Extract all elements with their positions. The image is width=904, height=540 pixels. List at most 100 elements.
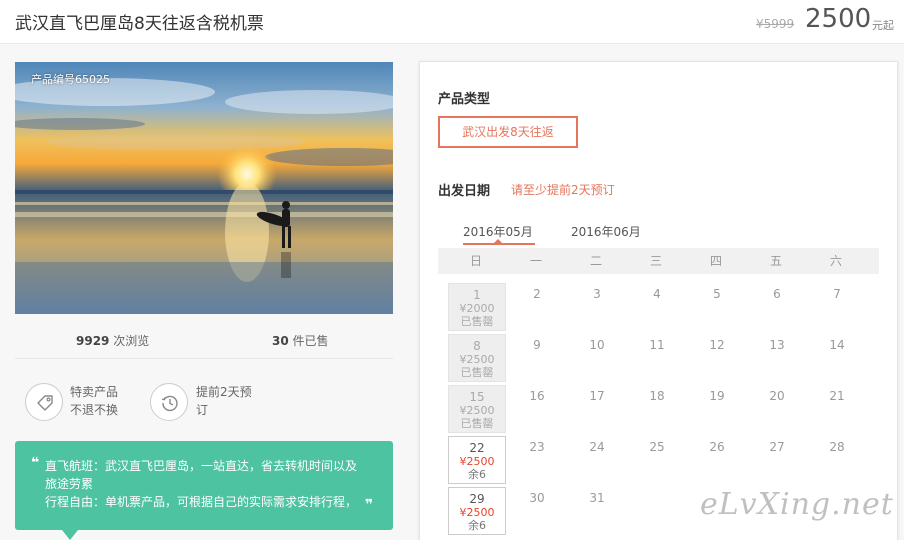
product-type-option[interactable]: 武汉出发8天往返 xyxy=(438,116,578,148)
active-tab-underline xyxy=(463,243,535,245)
day-number: 23 xyxy=(529,440,545,454)
day-number: 13 xyxy=(769,338,785,352)
page-title: 武汉直飞巴厘岛8天往返含税机票 xyxy=(15,14,264,34)
feature-special-offer: 特卖产品 不退不换 xyxy=(70,383,118,419)
day-number: 2 xyxy=(533,287,541,301)
day-number: 25 xyxy=(649,440,665,454)
day-status: 余6 xyxy=(468,519,486,532)
promo-box: ❝ 直飞航班：武汉直飞巴厘岛，一站直达，省去转机时间以及 旅途劳累 行程自由：单… xyxy=(15,441,393,530)
day-number: 18 xyxy=(649,389,665,403)
calendar-day-11: 11 xyxy=(628,334,686,382)
day-number: 5 xyxy=(713,287,721,301)
weekday-wed: 三 xyxy=(649,254,662,268)
departure-date-label: 出发日期 xyxy=(438,184,491,199)
promo-line: 旅途劳累 xyxy=(45,477,94,491)
tag-icon xyxy=(25,383,63,421)
promo-line: 直飞航班：武汉直飞巴厘岛，一站直达，省去转机时间以及 xyxy=(45,459,358,473)
day-price: ¥2500 xyxy=(459,404,495,417)
beach-sunset-image xyxy=(15,62,393,314)
calendar-day-7: 7 xyxy=(808,283,866,331)
calendar-day-17: 17 xyxy=(568,385,626,433)
view-count: 9929 次浏览 xyxy=(76,332,149,349)
calendar-day-16: 16 xyxy=(508,385,566,433)
weekday-sun: 日 xyxy=(469,254,482,268)
feature-advance-booking: 提前2天预 订 xyxy=(196,383,252,419)
tab-2016-06[interactable]: 2016年06月 xyxy=(571,223,641,240)
weekday-tue: 二 xyxy=(589,254,602,268)
day-number: 29 xyxy=(469,492,485,506)
watermark: eLvXing.net xyxy=(700,487,894,522)
view-count-value: 9929 xyxy=(76,334,110,348)
calendar-day-18: 18 xyxy=(628,385,686,433)
calendar-day-30: 30 xyxy=(508,487,566,535)
calendar-day-1: 1 ¥2000 已售罄 xyxy=(448,283,506,331)
calendar-day-8: 8 ¥2500 已售罄 xyxy=(448,334,506,382)
close-quote-icon: ❞ xyxy=(365,497,374,513)
sold-count-value: 30 xyxy=(272,334,289,348)
day-number: 4 xyxy=(653,287,661,301)
calendar-day-29[interactable]: 29 ¥2500 余6 xyxy=(448,487,506,535)
feature-line: 订 xyxy=(196,403,209,417)
product-type-label: 产品类型 xyxy=(438,92,491,107)
calendar-day-25: 25 xyxy=(628,436,686,484)
calendar-day-4: 4 xyxy=(628,283,686,331)
page-header: 武汉直飞巴厘岛8天往返含税机票 ¥5999 2500 元起 xyxy=(0,0,904,44)
day-number: 21 xyxy=(829,389,845,403)
view-count-label: 次浏览 xyxy=(113,334,150,348)
calendar-day-5: 5 xyxy=(688,283,746,331)
weekday-sat: 六 xyxy=(829,254,842,268)
day-price: ¥2500 xyxy=(459,506,495,519)
calendar-day-20: 20 xyxy=(748,385,806,433)
divider xyxy=(15,358,393,359)
day-number: 22 xyxy=(469,441,485,455)
day-number: 12 xyxy=(709,338,725,352)
booking-panel: 产品类型 武汉出发8天往返 出发日期 请至少提前2天预订 2016年05月 20… xyxy=(419,61,898,540)
day-number: 1 xyxy=(473,288,481,302)
day-number: 6 xyxy=(773,287,781,301)
day-status: 已售罄 xyxy=(460,315,494,328)
day-number: 26 xyxy=(709,440,725,454)
product-number: 产品编号65025 xyxy=(31,73,110,86)
day-number: 17 xyxy=(589,389,605,403)
calendar-day-9: 9 xyxy=(508,334,566,382)
active-tab-caret xyxy=(494,239,502,243)
product-photo[interactable]: 产品编号65025 xyxy=(15,62,393,314)
day-number: 10 xyxy=(589,338,605,352)
day-number: 11 xyxy=(649,338,665,352)
calendar-day-26: 26 xyxy=(688,436,746,484)
date-hint: 请至少提前2天预订 xyxy=(511,183,615,197)
day-number: 30 xyxy=(529,491,545,505)
day-number: 9 xyxy=(533,338,541,352)
day-number: 27 xyxy=(769,440,785,454)
calendar-day-22[interactable]: 22 ¥2500 余6 xyxy=(448,436,506,484)
calendar-day-31: 31 xyxy=(568,487,626,535)
calendar-day-12: 12 xyxy=(688,334,746,382)
day-price: ¥2500 xyxy=(459,353,495,366)
day-number: 8 xyxy=(473,339,481,353)
weekday-header: 日 一 二 三 四 五 六 xyxy=(438,248,879,274)
day-number: 20 xyxy=(769,389,785,403)
sold-count: 30 件已售 xyxy=(272,332,329,349)
day-number: 28 xyxy=(829,440,845,454)
calendar-day-27: 27 xyxy=(748,436,806,484)
weekday-mon: 一 xyxy=(529,254,542,268)
promo-text: 直飞航班：武汉直飞巴厘岛，一站直达，省去转机时间以及 旅途劳累 行程自由：单机票… xyxy=(45,457,373,511)
sold-count-label: 件已售 xyxy=(292,334,329,348)
feature-line: 提前2天预 xyxy=(196,385,252,399)
day-status: 余6 xyxy=(468,468,486,481)
calendar-day-14: 14 xyxy=(808,334,866,382)
promo-line: 行程自由：单机票产品，可根据自己的实际需求安排行程， xyxy=(45,495,358,509)
day-status: 已售罄 xyxy=(460,366,494,379)
price-unit: 元起 xyxy=(872,19,894,32)
feature-line: 不退不换 xyxy=(70,403,119,417)
calendar-day-10: 10 xyxy=(568,334,626,382)
calendar-day-2: 2 xyxy=(508,283,566,331)
tab-2016-05[interactable]: 2016年05月 xyxy=(463,223,533,240)
day-number: 3 xyxy=(593,287,601,301)
calendar-day-21: 21 xyxy=(808,385,866,433)
weekday-fri: 五 xyxy=(769,254,782,268)
day-number: 14 xyxy=(829,338,845,352)
day-number: 24 xyxy=(589,440,605,454)
day-price: ¥2000 xyxy=(459,302,495,315)
promo-pointer xyxy=(62,530,78,540)
